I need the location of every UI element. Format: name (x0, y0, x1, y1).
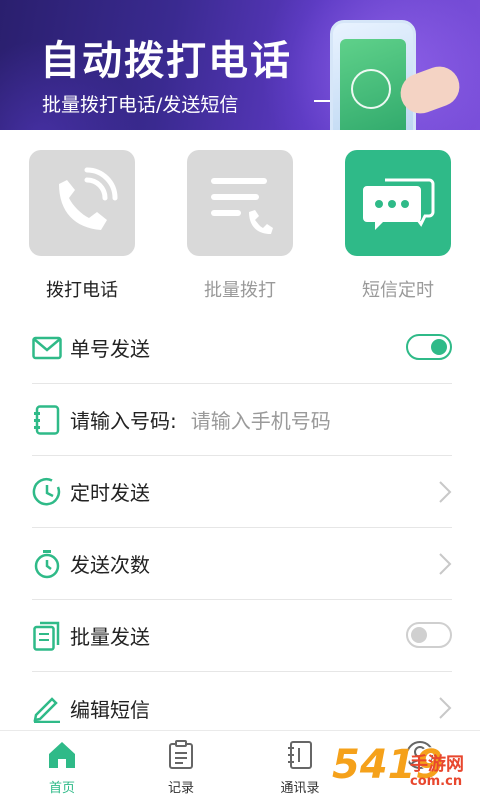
tab-home[interactable]: 首页 (22, 737, 102, 796)
globe-icon (351, 69, 391, 109)
chevron-right-icon (439, 553, 452, 575)
banner-subtitle: 批量拨打电话/发送短信 (42, 94, 239, 116)
toggle-knob (411, 627, 427, 643)
send-count-label: 发送次数 (70, 553, 150, 577)
quick-action-label: 短信定时 (362, 280, 434, 301)
batch-call-icon (211, 178, 273, 234)
pencil-icon (32, 693, 62, 723)
call-tile[interactable] (29, 150, 135, 256)
edit-sms-label: 编辑短信 (70, 697, 150, 722)
batch-send-label: 批量发送 (70, 625, 150, 649)
quick-action-label: 拨打电话 (46, 280, 118, 301)
clock-icon (32, 477, 62, 507)
quick-action-batch-call[interactable]: 批量拨打 (187, 150, 293, 302)
banner-line (314, 100, 330, 102)
watermark-url: com.cn (410, 774, 463, 789)
scheduled-send-label: 定时发送 (70, 481, 150, 505)
contact-book-icon (32, 404, 62, 435)
phone-input-label: 请输入号码: (70, 409, 177, 433)
tab-label: 首页 (48, 781, 75, 796)
phone-illustration (330, 20, 416, 130)
phone-input-field[interactable]: 请输入手机号码 (191, 405, 331, 434)
quick-action-label: 批量拨打 (204, 280, 276, 301)
chevron-right-icon (439, 697, 452, 719)
stopwatch-icon (32, 549, 62, 579)
sms-timer-tile[interactable] (345, 150, 451, 256)
send-count-row[interactable]: 发送次数 (32, 528, 452, 600)
sms-chat-icon (363, 178, 435, 230)
scheduled-send-row[interactable]: 定时发送 (32, 456, 452, 528)
chevron-right-icon (439, 481, 452, 503)
quick-action-call[interactable]: 拨打电话 (29, 150, 135, 302)
phone-input-row[interactable]: 请输入号码: 请输入手机号码 (32, 384, 452, 456)
envelope-icon (32, 333, 62, 363)
tab-records[interactable]: 记录 (141, 737, 221, 796)
tab-label: 记录 (167, 781, 194, 796)
toggle-knob (431, 339, 447, 355)
quick-action-sms-timer[interactable]: 短信定时 (345, 150, 451, 302)
batch-send-row[interactable]: 批量发送 (32, 600, 452, 672)
site-watermark: 5419 手游网 com.cn (328, 738, 480, 800)
single-send-label: 单号发送 (70, 337, 150, 361)
home-icon (22, 737, 102, 773)
documents-icon (32, 621, 62, 651)
batch-send-toggle[interactable] (406, 622, 452, 648)
batch-call-tile[interactable] (187, 150, 293, 256)
phone-call-icon (59, 167, 118, 230)
single-send-toggle[interactable] (406, 334, 452, 360)
promo-banner[interactable]: 自动拨打电话 批量拨打电话/发送短信 (0, 0, 480, 130)
clipboard-icon (141, 737, 221, 773)
single-send-row[interactable]: 单号发送 (32, 312, 452, 384)
watermark-text: 手游网 (410, 754, 464, 775)
banner-title: 自动拨打电话 (40, 38, 292, 84)
